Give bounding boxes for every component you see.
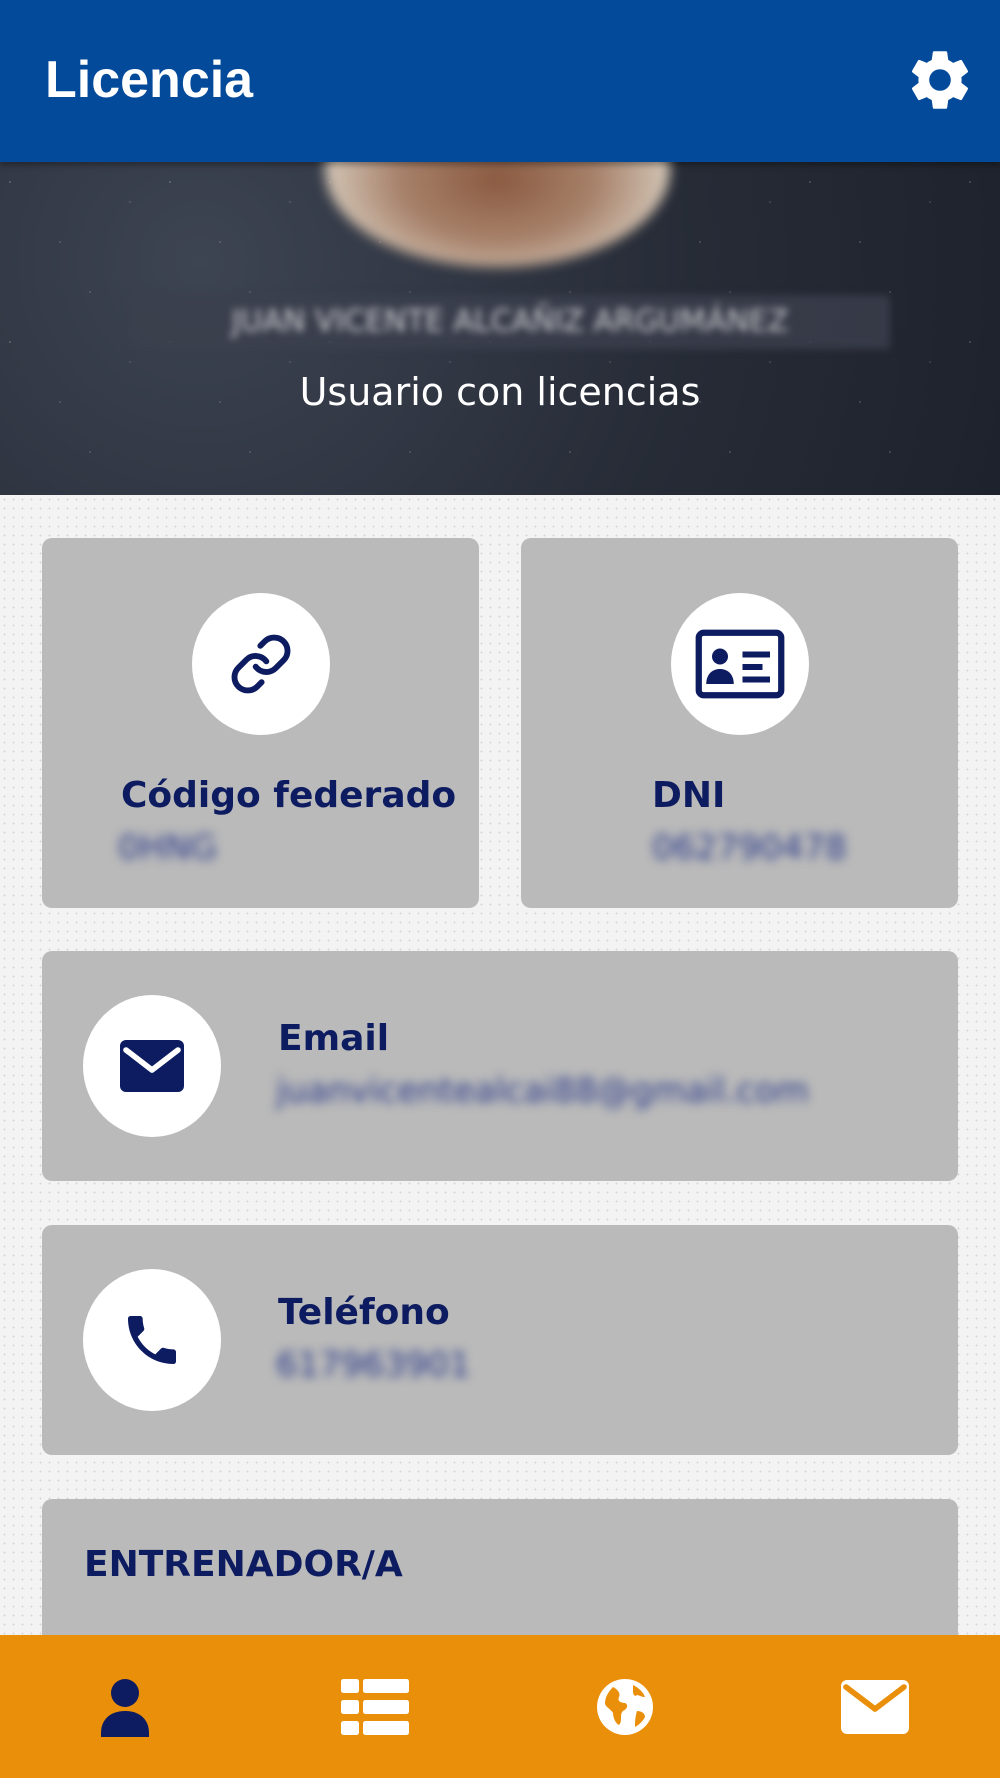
list-icon [341, 1678, 409, 1735]
role-card[interactable]: ENTRENADOR/A [42, 1499, 958, 1635]
license-details: Código federado 0HNG DNI 062790478 Email [0, 495, 1000, 1635]
email-label: Email [278, 1018, 390, 1059]
profile-header: JUAN VICENTE ALCAÑIZ ARGUMÁNEZ Usuario c… [0, 162, 1000, 495]
user-icon [101, 1678, 149, 1737]
email-card[interactable]: Email juanvicentealcai88@gmail.com [42, 951, 958, 1181]
link-icon [231, 634, 291, 694]
tab-globe[interactable] [500, 1635, 750, 1778]
federado-value: 0HNG [118, 828, 217, 868]
tab-list[interactable] [250, 1635, 500, 1778]
role-card-label: ENTRENADOR/A [84, 1544, 403, 1585]
dni-label: DNI [652, 775, 726, 816]
phone-label: Teléfono [278, 1292, 450, 1333]
federado-card[interactable]: Código federado 0HNG [42, 538, 479, 908]
gear-icon[interactable] [904, 44, 976, 116]
dni-card[interactable]: DNI 062790478 [521, 538, 958, 908]
user-name: JUAN VICENTE ALCAÑIZ ARGUMÁNEZ [130, 295, 890, 349]
dni-value: 062790478 [652, 828, 847, 868]
user-role: Usuario con licencias [299, 370, 701, 414]
tab-mail[interactable] [750, 1635, 1000, 1778]
globe-icon [597, 1678, 653, 1735]
tab-profile[interactable] [0, 1635, 250, 1778]
federado-label: Código federado [121, 775, 457, 816]
email-value: juanvicentealcai88@gmail.com [276, 1071, 809, 1111]
bottom-navigation [0, 1635, 1000, 1778]
envelope-icon [120, 1040, 184, 1092]
phone-value: 617963901 [276, 1345, 471, 1385]
mail-icon [841, 1679, 909, 1734]
page-title: Licencia [45, 51, 254, 109]
app-bar: Licencia [0, 0, 1000, 162]
id-card-icon [695, 629, 785, 699]
phone-card[interactable]: Teléfono 617963901 [42, 1225, 958, 1455]
phone-icon [128, 1316, 176, 1364]
